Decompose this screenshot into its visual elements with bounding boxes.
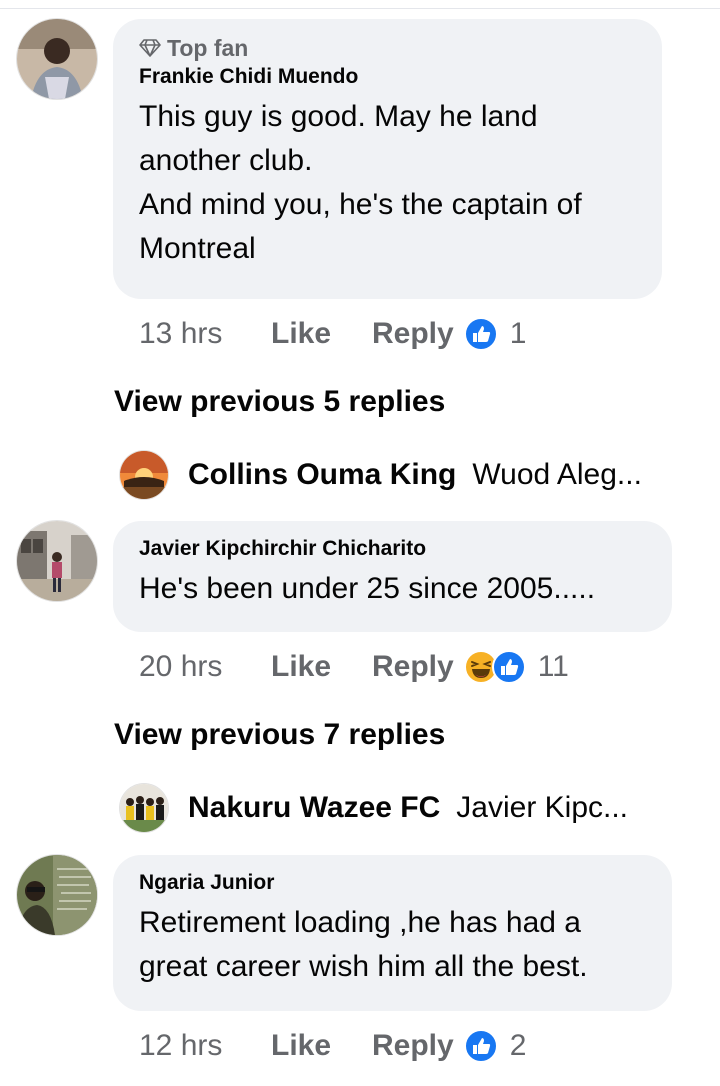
like-button[interactable]: Like [271, 317, 372, 351]
top-fan-badge: Top fan [139, 33, 636, 63]
comment-bubble: Javier Kipchirchir Chicharito He's been … [113, 521, 672, 632]
comment-thread: Top fan Frankie Chidi Muendo This guy is… [0, 0, 720, 1086]
reply-preview-snippet: Javier Kipc... [456, 791, 629, 824]
reply-button[interactable]: Reply [372, 1029, 454, 1063]
comment-bubble: Ngaria Junior Retirement loading ,he has… [113, 855, 672, 1011]
reply-preview[interactable]: Nakuru Wazee FC Javier Kipc... [120, 783, 628, 833]
like-icon [463, 317, 498, 351]
view-previous-replies-button[interactable]: View previous 7 replies [114, 718, 445, 752]
like-icon [491, 650, 526, 684]
reply-preview[interactable]: Collins Ouma King Wuod Aleg... [120, 450, 642, 500]
comment-text: Retirement loading ,he has had a great c… [139, 906, 588, 983]
comment-text: He's been under 25 since 2005..... [139, 572, 596, 605]
comment-bubble: Top fan Frankie Chidi Muendo This guy is… [113, 19, 662, 299]
comment-timestamp[interactable]: 20 hrs [139, 650, 271, 684]
comment-author[interactable]: Javier Kipchirchir Chicharito [139, 535, 646, 563]
avatar-javier[interactable] [17, 521, 97, 601]
reaction-count: 11 [537, 650, 569, 683]
comment-timestamp[interactable]: 12 hrs [139, 1029, 271, 1063]
comment-actions: 20 hrs Like Reply 11 [139, 647, 569, 687]
view-previous-replies-button[interactable]: View previous 5 replies [114, 385, 445, 419]
reply-button[interactable]: Reply [372, 317, 454, 351]
reaction-summary[interactable]: 11 [463, 650, 569, 684]
comment-author[interactable]: Ngaria Junior [139, 869, 646, 897]
comment-timestamp[interactable]: 13 hrs [139, 317, 271, 351]
comment-author[interactable]: Frankie Chidi Muendo [139, 63, 636, 91]
avatar-frankie[interactable] [17, 19, 97, 99]
reply-button[interactable]: Reply [372, 650, 454, 684]
like-icon [463, 1029, 498, 1063]
reply-preview-author[interactable]: Collins Ouma King [188, 458, 456, 492]
reaction-summary[interactable]: 1 [463, 317, 527, 351]
comment-text: This guy is good. May he land another cl… [139, 100, 582, 265]
like-button[interactable]: Like [271, 650, 372, 684]
reaction-count: 2 [509, 1029, 527, 1062]
reply-preview-author[interactable]: Nakuru Wazee FC [188, 791, 440, 825]
diamond-icon [139, 39, 161, 57]
reaction-count: 1 [509, 317, 527, 350]
reply-preview-snippet: Wuod Aleg... [472, 458, 642, 491]
avatar-ngaria[interactable] [17, 855, 97, 935]
badge-label: Top fan [167, 34, 249, 61]
avatar-nakuru [120, 784, 168, 832]
reaction-summary[interactable]: 2 [463, 1029, 527, 1063]
comment-actions: 12 hrs Like Reply 2 [139, 1026, 526, 1066]
avatar-collins [120, 451, 168, 499]
divider [0, 8, 720, 9]
comment-actions: 13 hrs Like Reply 1 [139, 314, 526, 354]
like-button[interactable]: Like [271, 1029, 372, 1063]
